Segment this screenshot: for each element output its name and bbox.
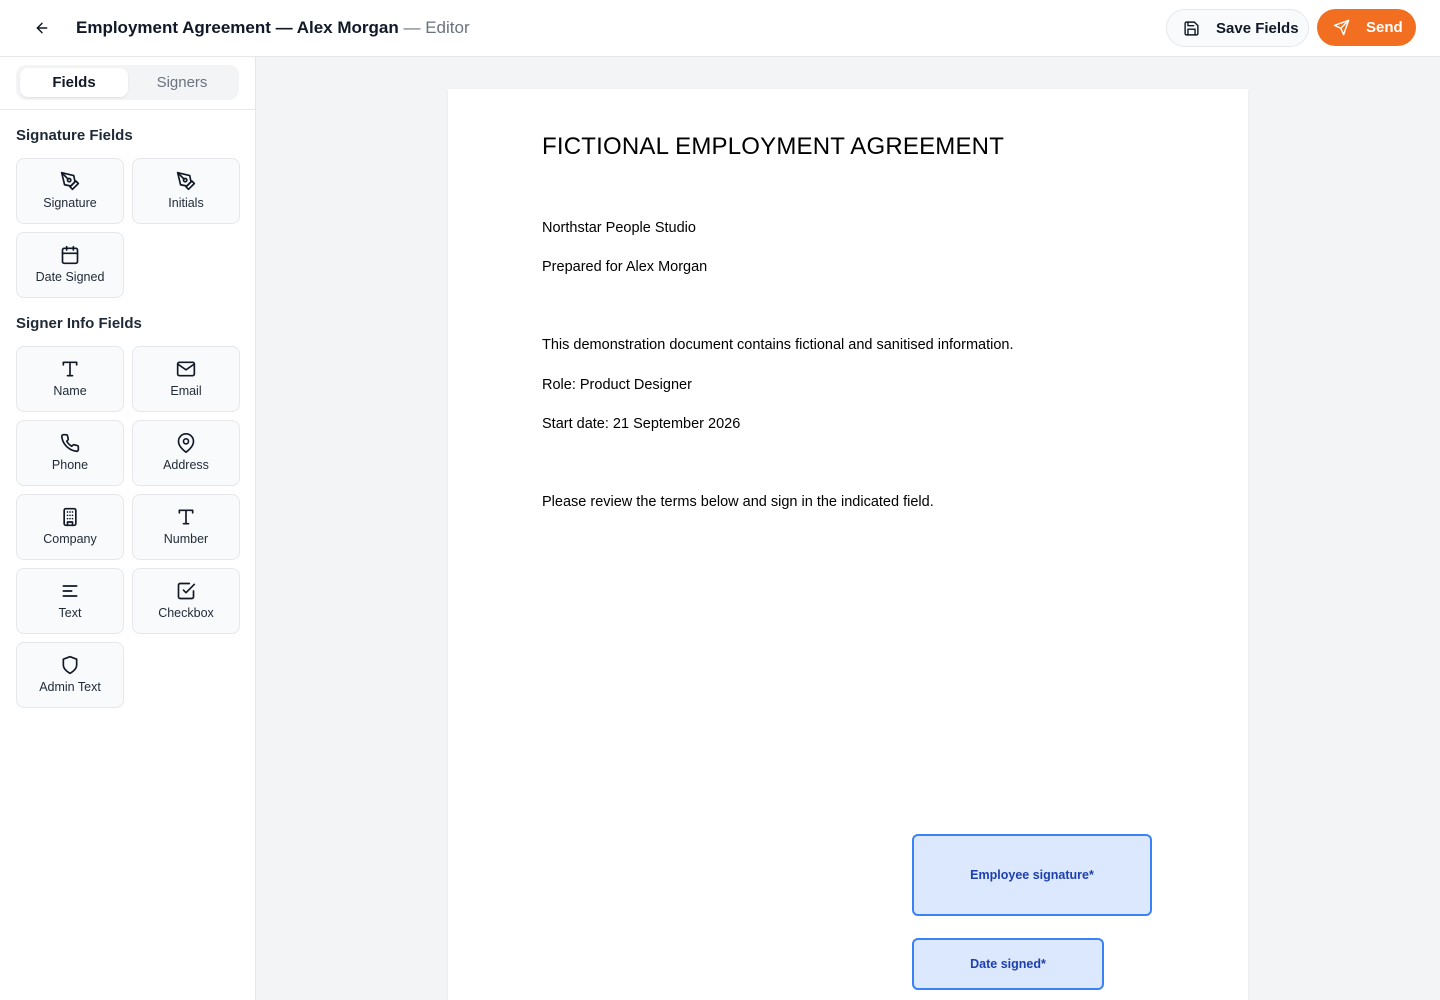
- document-canvas[interactable]: FICTIONAL EMPLOYMENT AGREEMENT Northstar…: [256, 57, 1440, 1000]
- tab-fields[interactable]: Fields: [20, 68, 128, 97]
- field-tile-label: Address: [163, 458, 209, 472]
- map-pin-icon: [177, 433, 195, 453]
- field-tile-number[interactable]: Number: [132, 494, 240, 560]
- field-tile-label: Company: [43, 532, 97, 546]
- arrow-left-icon: [36, 22, 48, 34]
- date-signed-field[interactable]: Date signed*: [912, 938, 1104, 990]
- document-heading: FICTIONAL EMPLOYMENT AGREEMENT: [542, 133, 1005, 160]
- field-tile-email[interactable]: Email: [132, 346, 240, 412]
- fields-sidebar: Fields Signers Signature Fields Signatur…: [0, 57, 256, 1000]
- field-tile-phone[interactable]: Phone: [16, 420, 124, 486]
- document-line: Prepared for Alex Morgan: [542, 259, 708, 275]
- sidebar-divider: [0, 109, 255, 110]
- field-tile-checkbox[interactable]: Checkbox: [132, 568, 240, 634]
- editor-suffix: — Editor: [398, 18, 470, 37]
- pen-nib-icon: [60, 171, 80, 191]
- field-tile-signature[interactable]: Signature: [16, 158, 124, 224]
- top-bar: Employment Agreement — Alex Morgan — Edi…: [0, 0, 1440, 57]
- field-tile-admin-text[interactable]: Admin Text: [16, 642, 124, 708]
- calendar-icon: [61, 245, 79, 265]
- checkbox-icon: [177, 582, 196, 600]
- document-line: Northstar People Studio: [542, 220, 696, 236]
- field-tile-label: Phone: [51, 458, 89, 472]
- signature-fields-heading: Signature Fields: [16, 127, 133, 144]
- signer-info-fields-heading: Signer Info Fields: [16, 315, 142, 332]
- document-title: Employment Agreement — Alex Morgan: [76, 18, 399, 37]
- save-fields-button[interactable]: Save Fields: [1166, 9, 1309, 47]
- envelope-icon: [176, 361, 196, 377]
- field-tile-address[interactable]: Address: [132, 420, 240, 486]
- back-button[interactable]: [28, 14, 56, 42]
- phone-icon: [60, 433, 80, 453]
- field-tile-text[interactable]: Text: [16, 568, 124, 634]
- send-button[interactable]: Send: [1317, 9, 1416, 46]
- document-line: Role: Product Designer: [542, 377, 692, 393]
- text-t-icon: [178, 509, 194, 525]
- field-tile-label: Number: [163, 532, 209, 546]
- field-tile-date-signed[interactable]: Date Signed: [16, 232, 124, 298]
- paper-plane-icon: [1333, 19, 1350, 36]
- field-tile-label: Admin Text: [39, 680, 101, 694]
- field-tile-label: Date Signed: [35, 270, 105, 284]
- document-line: Please review the terms below and sign i…: [542, 494, 934, 510]
- field-tile-label: Checkbox: [158, 606, 214, 620]
- employee-signature-field[interactable]: Employee signature*: [912, 834, 1152, 916]
- field-tile-company[interactable]: Company: [16, 494, 124, 560]
- field-tile-label: Name: [53, 384, 87, 398]
- field-tile-label: Text: [58, 606, 82, 620]
- field-tile-label: Initials: [168, 196, 204, 210]
- field-tile-label: Email: [170, 384, 202, 398]
- text-lines-icon: [62, 585, 78, 597]
- shield-icon: [62, 655, 78, 675]
- field-tile-label: Signature: [43, 196, 97, 210]
- page-title: Employment Agreement — Alex Morgan — Edi…: [76, 18, 470, 38]
- document-page[interactable]: FICTIONAL EMPLOYMENT AGREEMENT Northstar…: [448, 89, 1248, 1000]
- field-tile-name[interactable]: Name: [16, 346, 124, 412]
- document-line: This demonstration document contains fic…: [542, 337, 1014, 353]
- floppy-disk-icon: [1184, 20, 1199, 36]
- sidebar-tabs: Fields Signers: [16, 65, 239, 100]
- tab-signers[interactable]: Signers: [128, 68, 236, 97]
- document-line: Start date: 21 September 2026: [542, 416, 741, 432]
- save-fields-label: Save Fields: [1216, 19, 1299, 37]
- field-tile-initials[interactable]: Initials: [132, 158, 240, 224]
- text-t-icon: [62, 361, 78, 377]
- send-label: Send: [1366, 19, 1403, 36]
- pen-nib-icon: [176, 171, 196, 191]
- building-icon: [63, 507, 77, 527]
